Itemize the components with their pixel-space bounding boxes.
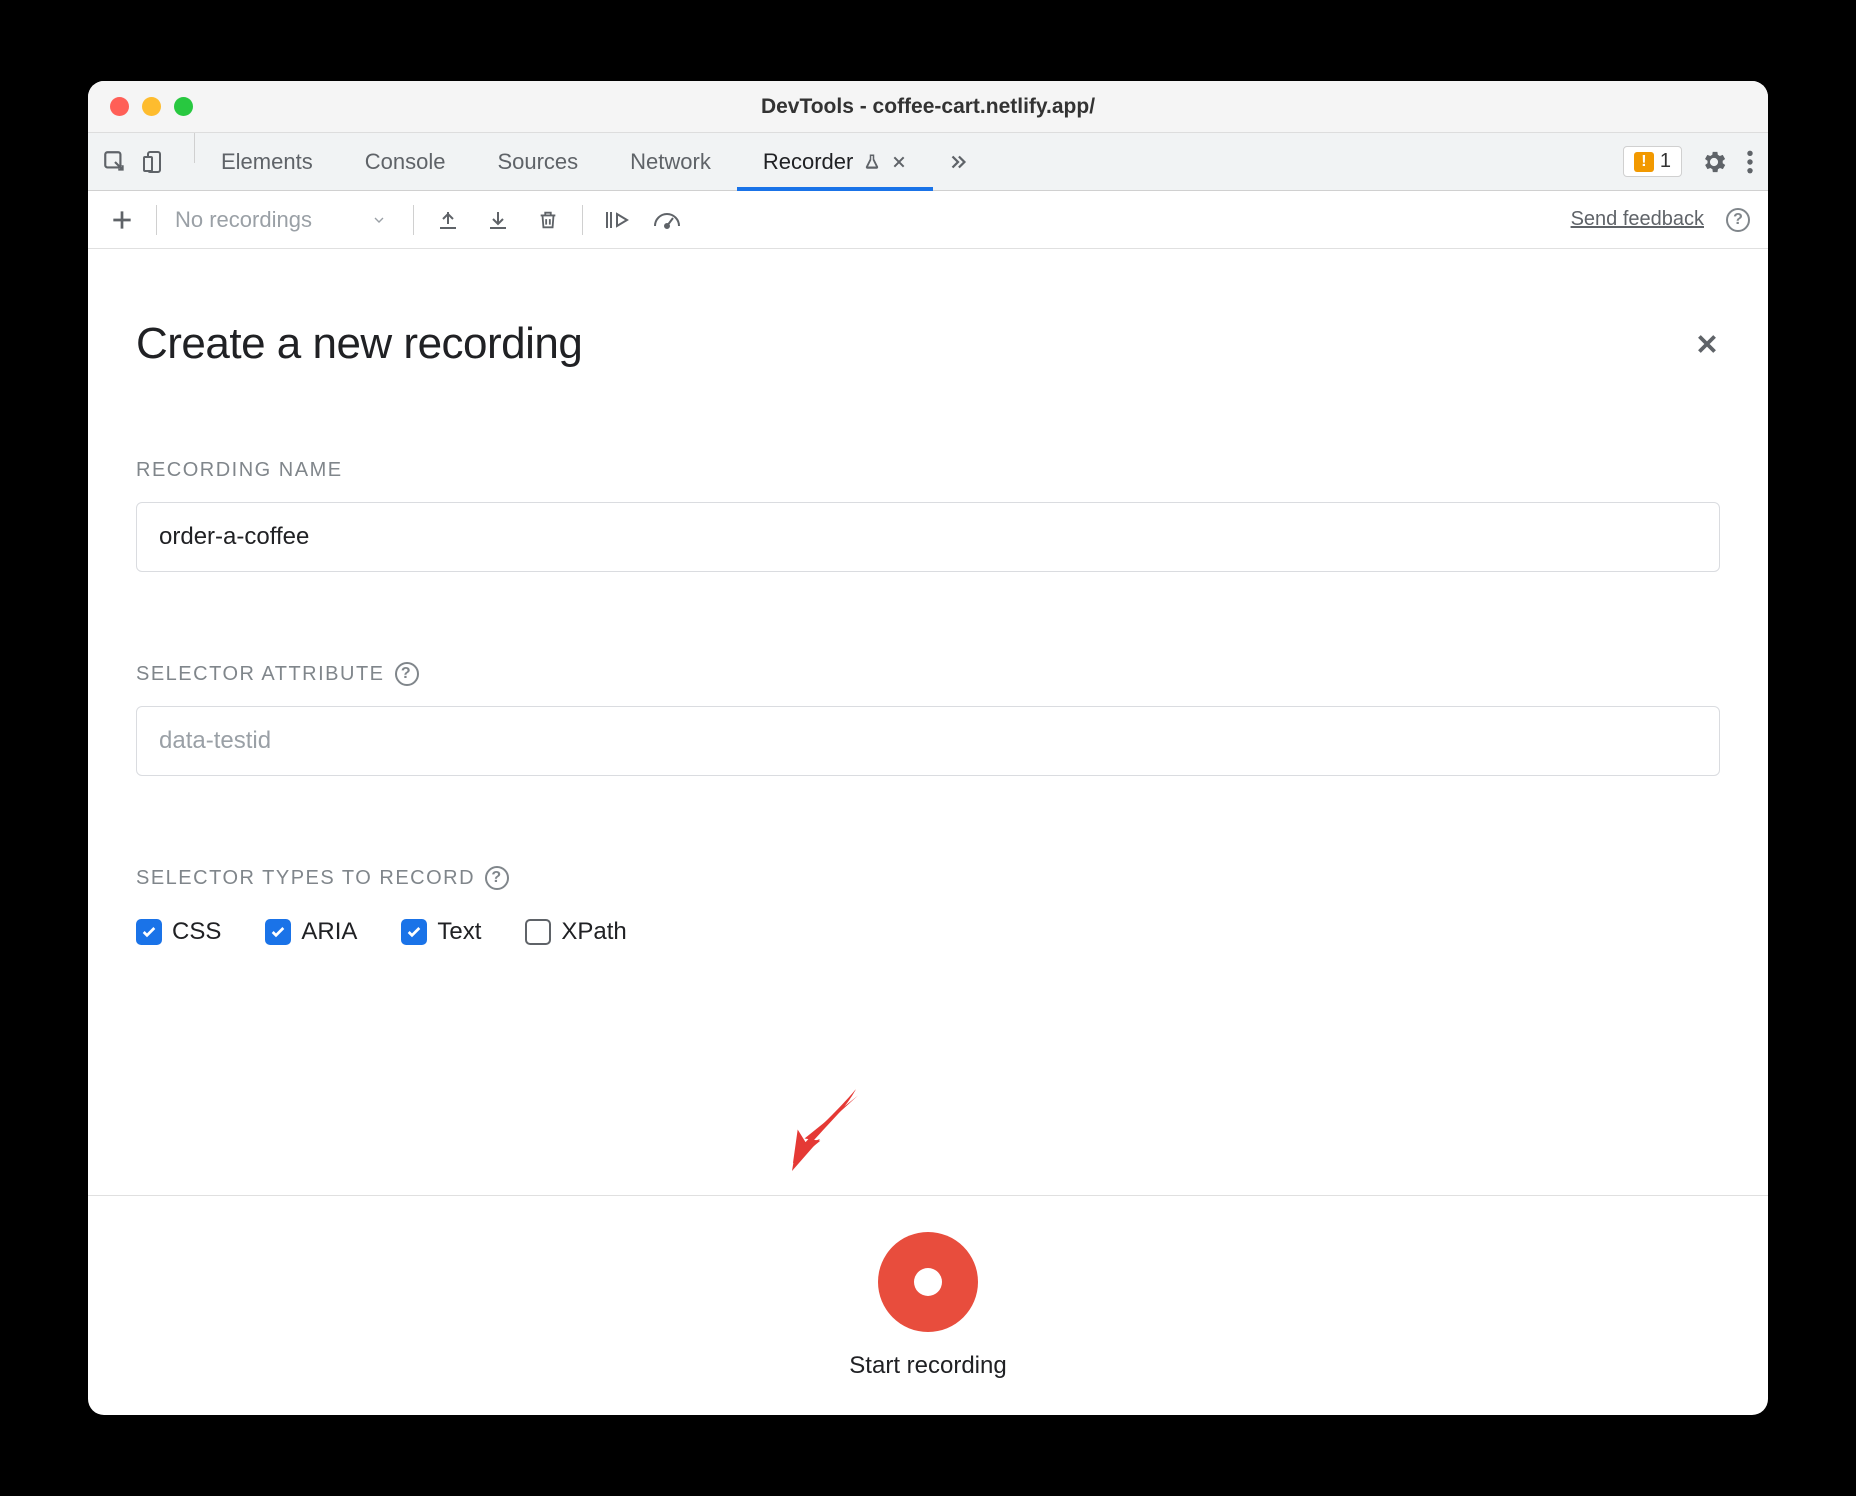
minimize-window-button[interactable] xyxy=(142,97,161,116)
checkbox-aria[interactable]: ARIA xyxy=(265,918,357,946)
traffic-lights xyxy=(110,97,193,116)
kebab-menu-icon[interactable] xyxy=(1746,149,1754,175)
inspect-element-icon[interactable] xyxy=(102,149,128,175)
checkbox-icon xyxy=(401,919,427,945)
recording-name-group: RECORDING NAME xyxy=(136,459,1720,572)
checkbox-label: CSS xyxy=(172,918,221,946)
selector-attribute-input[interactable] xyxy=(136,706,1720,776)
tab-recorder[interactable]: Recorder xyxy=(737,133,933,190)
checkbox-xpath[interactable]: XPath xyxy=(525,918,626,946)
footer: Start recording xyxy=(88,1195,1768,1415)
send-feedback-link[interactable]: Send feedback xyxy=(1571,208,1704,231)
import-icon[interactable] xyxy=(432,204,464,236)
recording-name-label: RECORDING NAME xyxy=(136,459,1720,482)
tab-console[interactable]: Console xyxy=(339,133,472,190)
divider xyxy=(582,205,583,235)
selector-attribute-group: SELECTOR ATTRIBUTE ? xyxy=(136,662,1720,776)
record-dot-icon xyxy=(914,1268,942,1296)
add-recording-icon[interactable] xyxy=(106,204,138,236)
selector-type-checkboxes: CSS ARIA Text XPath xyxy=(136,918,1720,946)
tab-sources[interactable]: Sources xyxy=(471,133,604,190)
devtools-window: DevTools - coffee-cart.netlify.app/ Elem… xyxy=(88,81,1768,1415)
tab-elements[interactable]: Elements xyxy=(195,133,339,190)
page-title: Create a new recording xyxy=(136,319,582,369)
issues-badge[interactable]: ! 1 xyxy=(1623,146,1682,177)
export-icon[interactable] xyxy=(482,204,514,236)
selector-types-group: SELECTOR TYPES TO RECORD ? CSS ARIA Text xyxy=(136,866,1720,946)
device-toggle-icon[interactable] xyxy=(142,149,166,175)
more-tabs-icon[interactable] xyxy=(933,133,983,190)
checkbox-label: XPath xyxy=(561,918,626,946)
recording-name-input[interactable] xyxy=(136,502,1720,572)
checkbox-label: ARIA xyxy=(301,918,357,946)
checkbox-icon xyxy=(265,919,291,945)
performance-icon[interactable] xyxy=(651,204,683,236)
tab-label: Elements xyxy=(221,149,313,175)
selector-attribute-label: SELECTOR ATTRIBUTE ? xyxy=(136,662,1720,686)
checkbox-text[interactable]: Text xyxy=(401,918,481,946)
maximize-window-button[interactable] xyxy=(174,97,193,116)
issues-count: 1 xyxy=(1660,150,1671,173)
help-icon[interactable]: ? xyxy=(485,866,509,890)
selector-types-label: SELECTOR TYPES TO RECORD ? xyxy=(136,866,1720,890)
close-panel-icon[interactable] xyxy=(1694,331,1720,357)
tabs: Elements Console Sources Network Recorde… xyxy=(195,133,983,190)
tab-bar: Elements Console Sources Network Recorde… xyxy=(88,133,1768,191)
checkbox-css[interactable]: CSS xyxy=(136,918,221,946)
tabbar-left-tools xyxy=(102,133,166,190)
close-tab-icon[interactable] xyxy=(891,154,907,170)
tab-label: Recorder xyxy=(763,149,853,175)
help-icon[interactable]: ? xyxy=(1726,208,1750,232)
tab-network[interactable]: Network xyxy=(604,133,737,190)
recordings-dropdown[interactable]: No recordings xyxy=(175,207,395,233)
tab-label: Network xyxy=(630,149,711,175)
titlebar: DevTools - coffee-cart.netlify.app/ xyxy=(88,81,1768,133)
label-text: SELECTOR ATTRIBUTE xyxy=(136,663,385,686)
checkbox-icon xyxy=(136,919,162,945)
label-text: SELECTOR TYPES TO RECORD xyxy=(136,867,475,890)
close-window-button[interactable] xyxy=(110,97,129,116)
tabbar-right-tools: ! 1 xyxy=(1623,133,1754,190)
recorder-toolbar: No recordings Send feedback ? xyxy=(88,191,1768,249)
checkbox-icon xyxy=(525,919,551,945)
chevron-down-icon xyxy=(371,212,387,228)
start-recording-button[interactable] xyxy=(878,1232,978,1332)
tab-label: Console xyxy=(365,149,446,175)
divider xyxy=(413,205,414,235)
checkbox-label: Text xyxy=(437,918,481,946)
flask-experiment-icon xyxy=(863,152,881,172)
dropdown-label: No recordings xyxy=(175,207,312,233)
arrow-annotation-icon xyxy=(778,1079,868,1179)
warning-icon: ! xyxy=(1634,152,1654,172)
replay-icon[interactable] xyxy=(601,204,633,236)
help-icon[interactable]: ? xyxy=(395,662,419,686)
main-content: Create a new recording RECORDING NAME SE… xyxy=(88,249,1768,1195)
delete-icon[interactable] xyxy=(532,204,564,236)
tab-label: Sources xyxy=(497,149,578,175)
divider xyxy=(156,205,157,235)
window-title: DevTools - coffee-cart.netlify.app/ xyxy=(88,95,1768,119)
settings-icon[interactable] xyxy=(1700,148,1728,176)
start-recording-label: Start recording xyxy=(849,1352,1006,1380)
